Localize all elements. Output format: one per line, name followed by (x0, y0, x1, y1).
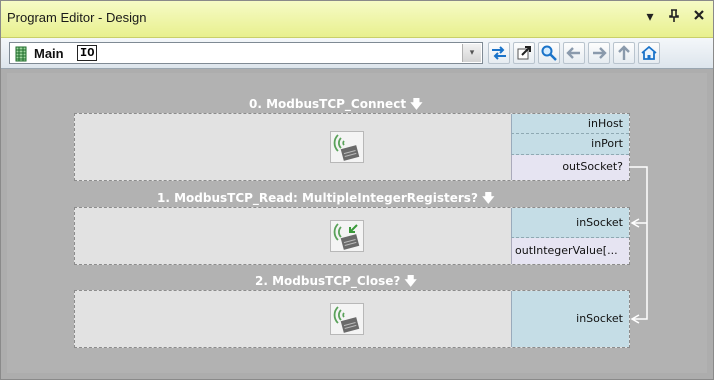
program-icon (14, 46, 28, 66)
open-external-icon (517, 46, 531, 60)
window-title: Program Editor - Design (7, 10, 147, 25)
search-icon (541, 45, 557, 61)
back-button[interactable] (563, 42, 585, 64)
path-io-label: IO (77, 45, 98, 61)
connector-line (630, 166, 648, 320)
path-dropdown-button[interactable]: ▾ (462, 44, 481, 62)
swap-icon (492, 46, 506, 60)
toolbar: Main IO ▾ (1, 38, 713, 69)
open-external-button[interactable] (513, 42, 535, 64)
search-button[interactable] (538, 42, 560, 64)
back-arrow-icon (566, 47, 580, 59)
program-editor-window: Program Editor - Design ▾ Main IO ▾ 0. M… (0, 0, 714, 380)
up-button[interactable] (613, 42, 635, 64)
home-button[interactable] (638, 42, 660, 64)
swap-button[interactable] (488, 42, 510, 64)
path-main-label: Main (34, 46, 64, 61)
up-arrow-icon (618, 45, 630, 60)
socket-connector-wires (630, 166, 648, 324)
forward-arrow-icon (593, 47, 607, 59)
title-bar[interactable]: Program Editor - Design ▾ (1, 1, 713, 38)
window-menu-dropdown-icon[interactable]: ▾ (642, 9, 658, 25)
forward-button[interactable] (588, 42, 610, 64)
design-canvas[interactable]: 0. ModbusTCP_Connect 🡇 inHost inPort out… (7, 73, 707, 373)
home-icon (641, 45, 657, 60)
close-icon[interactable] (691, 9, 707, 25)
pin-icon[interactable] (666, 9, 682, 27)
path-selector[interactable]: Main IO ▾ (9, 42, 483, 64)
